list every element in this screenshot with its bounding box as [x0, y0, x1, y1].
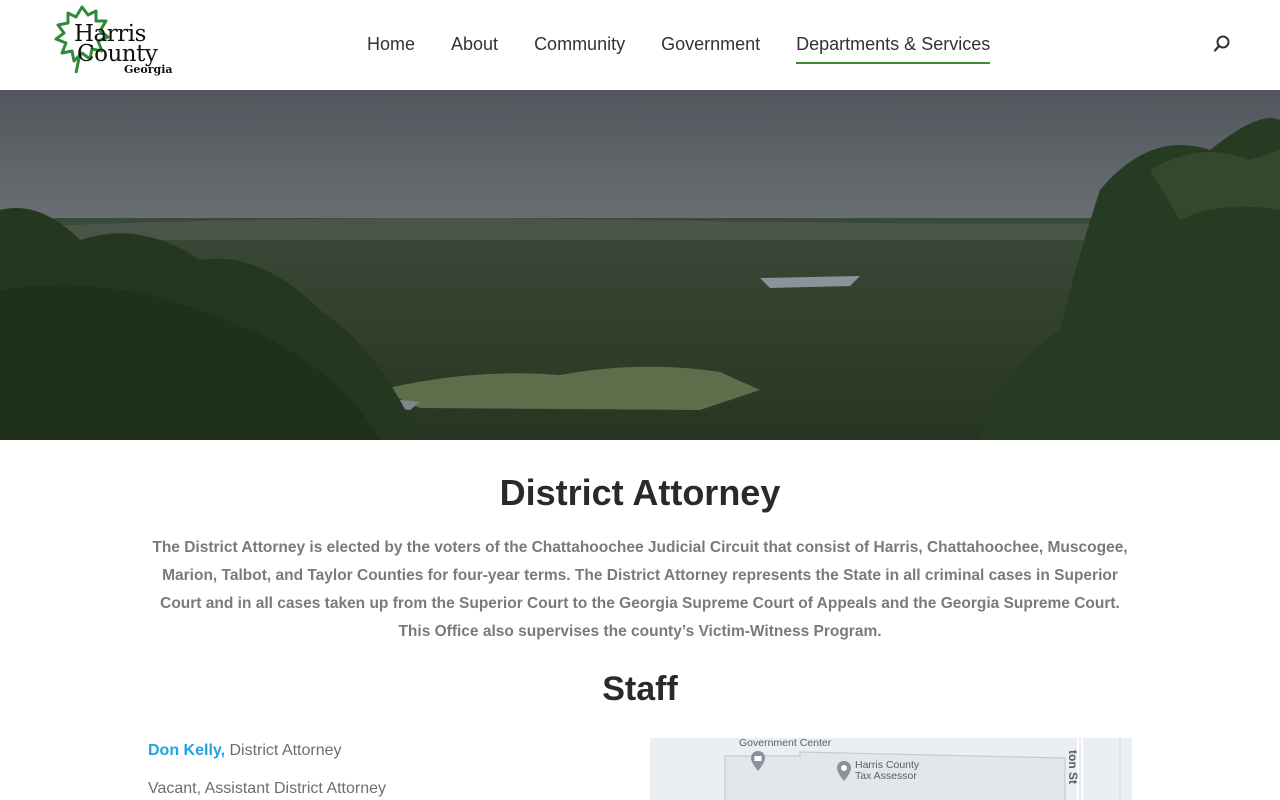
- staff-heading: Staff: [602, 670, 678, 708]
- site-header: Harris County Georgia Home About Communi…: [0, 0, 1280, 90]
- county-logo[interactable]: Harris County Georgia: [52, 3, 173, 77]
- intro-paragraph: The District Attorney is elected by the …: [152, 539, 1128, 640]
- nav-about[interactable]: About: [451, 34, 498, 64]
- logo-text-georgia: Georgia: [124, 63, 173, 76]
- staff-list: Don Kelly, District Attorney Vacant, Ass…: [148, 740, 608, 800]
- main-nav: Home About Community Government Departme…: [367, 34, 991, 64]
- page-title: District Attorney: [499, 472, 781, 513]
- search-icon: [1213, 35, 1230, 52]
- staff-item: Vacant, Assistant District Attorney: [148, 778, 608, 800]
- nav-home[interactable]: Home: [367, 34, 415, 64]
- staff-role: Vacant, Assistant District Attorney: [148, 780, 387, 797]
- nav-government[interactable]: Government: [661, 34, 760, 64]
- staff-link-don-kelly[interactable]: Don Kelly,: [148, 742, 225, 759]
- nav-departments-services[interactable]: Departments & Services: [796, 34, 991, 64]
- search-button[interactable]: [1212, 34, 1232, 54]
- location-map[interactable]: Government Center Harris County Tax Asse…: [650, 738, 1132, 800]
- government-center-pin-icon[interactable]: [750, 750, 766, 772]
- staff-role: District Attorney: [225, 742, 342, 759]
- staff-item: Don Kelly, District Attorney: [148, 740, 608, 778]
- nav-community[interactable]: Community: [534, 34, 625, 64]
- map-label-government-center: Government Center: [739, 738, 832, 749]
- map-label-tax-assessor-line2: Tax Assessor: [855, 770, 917, 782]
- map-label-street: ton St: [1066, 750, 1080, 784]
- hero-landscape-image: [0, 90, 1280, 440]
- tax-assessor-pin-icon[interactable]: [836, 760, 852, 782]
